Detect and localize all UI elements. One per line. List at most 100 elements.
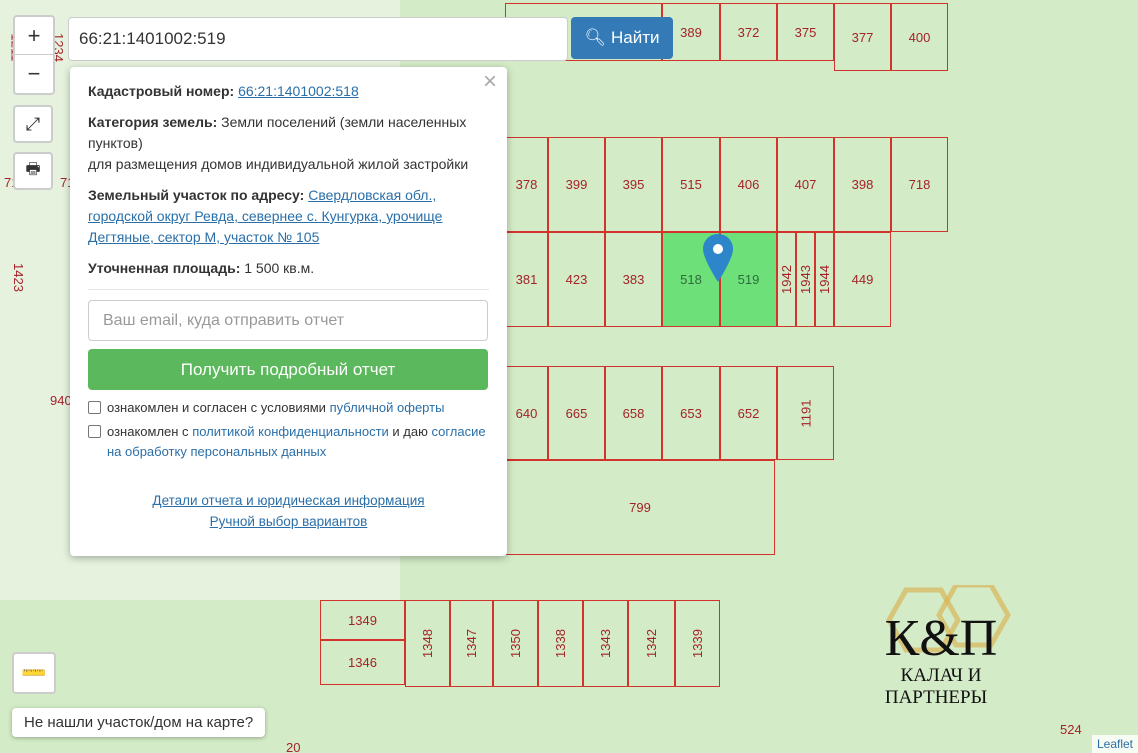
parcel-label: 1346 — [348, 655, 377, 670]
parcel[interactable]: 399 — [548, 137, 605, 232]
parcel[interactable]: 383 — [605, 232, 662, 327]
svg-text:КАЛАЧ И: КАЛАЧ И — [901, 665, 982, 686]
parcel[interactable]: 372 — [720, 3, 777, 61]
parcel[interactable]: 1347 — [450, 600, 493, 687]
parcel-label: 398 — [851, 177, 874, 192]
close-icon[interactable]: × — [483, 70, 497, 94]
parcel[interactable]: 1942 — [777, 232, 796, 327]
manual-selection-link[interactable]: Ручной выбор вариантов — [210, 511, 368, 532]
parcel-label: 940 — [50, 393, 72, 408]
zoom-in-button[interactable]: + — [15, 17, 53, 55]
parcel-label: 449 — [851, 272, 874, 287]
parcel[interactable]: 1350 — [493, 600, 538, 687]
parcel-label: 1343 — [597, 629, 613, 658]
zoom-control: + − — [13, 15, 55, 95]
parcel-label: 652 — [737, 405, 760, 421]
parcel[interactable]: 515 — [662, 137, 720, 232]
find-button-label: Найти — [611, 28, 660, 47]
parcel[interactable]: 1944 — [815, 232, 834, 327]
parcel-info-popup: × Кадастровый номер: 66:21:1401002:518 К… — [70, 67, 507, 556]
parcel-label: 389 — [680, 24, 702, 40]
parcel-label: 372 — [737, 24, 760, 40]
parcel-label: 653 — [680, 405, 702, 421]
parcel[interactable]: 652 — [720, 366, 777, 460]
parcel-label: 640 — [515, 405, 538, 421]
parcel[interactable]: 1349 — [320, 600, 405, 640]
parcel-label: 524 — [1060, 722, 1082, 737]
privacy-checkbox[interactable] — [88, 425, 101, 438]
parcel[interactable]: 658 — [605, 366, 662, 460]
not-found-button[interactable]: Не нашли участок/дом на карте? — [12, 708, 266, 737]
parcel-label: 400 — [908, 29, 931, 45]
parcel[interactable]: 1191 — [777, 366, 834, 460]
parcel-label: 1944 — [817, 265, 833, 294]
parcel-label: 423 — [565, 272, 588, 287]
svg-text:К&П: К&П — [885, 610, 998, 667]
get-report-button[interactable]: Получить подробный отчет — [88, 349, 488, 390]
parcel[interactable]: 665 — [548, 366, 605, 460]
cadastral-search-input[interactable] — [68, 17, 568, 61]
parcel[interactable]: 1346 — [320, 640, 405, 685]
parcel[interactable]: 375 — [777, 3, 834, 61]
parcel-label: 1347 — [463, 629, 479, 658]
parcel[interactable]: 1943 — [796, 232, 815, 327]
parcel-label: 519 — [737, 272, 760, 287]
parcel[interactable]: 799 — [505, 460, 775, 555]
email-input[interactable]: Ваш email, куда отправить отчет — [88, 300, 488, 341]
parcel-label: 1348 — [419, 629, 435, 658]
print-button[interactable]: 🖶 — [13, 152, 53, 190]
parcel[interactable]: 653 — [662, 366, 720, 460]
public-offer-link[interactable]: публичной оферты — [330, 400, 445, 415]
offer-text: ознакомлен и согласен с условиями — [107, 400, 330, 415]
parcel[interactable]: 1338 — [538, 600, 583, 687]
parcel[interactable]: 640 — [505, 366, 548, 460]
search-icon: 🔍︎ — [584, 28, 607, 47]
offer-checkbox[interactable] — [88, 401, 101, 414]
parcel-label: 1349 — [348, 612, 377, 628]
parcel[interactable]: 1339 — [675, 600, 720, 687]
find-button[interactable]: 🔍︎ Найти — [571, 17, 673, 59]
parcel[interactable]: 400 — [891, 3, 948, 71]
privacy-policy-link[interactable]: политикой конфиденциальности — [192, 424, 389, 439]
parcel[interactable]: 407 — [777, 137, 834, 232]
area-label: Уточненная площадь: — [88, 260, 241, 276]
parcel-label: 1342 — [643, 629, 659, 658]
parcel[interactable]: 406 — [720, 137, 777, 232]
parcel[interactable]: 378 — [505, 137, 548, 232]
parcel[interactable]: 423 — [548, 232, 605, 327]
zoom-out-button[interactable]: − — [15, 55, 53, 93]
parcel[interactable]: 381 — [505, 232, 548, 327]
svg-text:ПАРТНЕРЫ: ПАРТНЕРЫ — [885, 687, 987, 708]
parcel[interactable]: 449 — [834, 232, 891, 327]
map-marker-icon[interactable] — [702, 234, 734, 282]
parcel[interactable]: 398 — [834, 137, 891, 232]
parcel-label: 378 — [515, 177, 538, 192]
area-value: 1 500 кв.м. — [244, 260, 315, 276]
parcel[interactable]: 377 — [834, 3, 891, 71]
parcel-label: 377 — [851, 29, 874, 45]
fullscreen-button[interactable]: ⤢ — [13, 105, 53, 143]
category-use: для размещения домов индивидуальной жило… — [88, 156, 469, 172]
parcel-label: 406 — [737, 177, 760, 192]
parcel-label: 1943 — [798, 265, 814, 294]
parcel-label: 375 — [794, 24, 817, 40]
report-details-link[interactable]: Детали отчета и юридическая информация — [152, 490, 424, 511]
parcel[interactable]: 718 — [891, 137, 948, 232]
parcel-label: 799 — [629, 500, 651, 515]
parcel-label: 665 — [565, 405, 588, 421]
parcel[interactable]: 395 — [605, 137, 662, 232]
measure-button[interactable]: 📏 — [12, 652, 56, 694]
ruler-icon: 📏 — [18, 657, 49, 688]
cadastral-label: Кадастровый номер: — [88, 83, 235, 99]
parcel-label: 383 — [622, 272, 645, 287]
parcel-label: 1339 — [689, 629, 705, 658]
parcel[interactable]: 1348 — [405, 600, 450, 687]
company-logo: К&П КАЛАЧ И ПАРТНЕРЫ — [885, 585, 1011, 708]
privacy-text: ознакомлен с — [107, 424, 193, 439]
parcel-label: 518 — [680, 272, 702, 287]
parcel[interactable]: 1343 — [583, 600, 628, 687]
cadastral-number-link[interactable]: 66:21:1401002:518 — [238, 83, 359, 99]
parcel-label: 1350 — [507, 629, 523, 658]
parcel[interactable]: 1342 — [628, 600, 675, 687]
leaflet-attribution[interactable]: Leaflet — [1091, 735, 1138, 753]
